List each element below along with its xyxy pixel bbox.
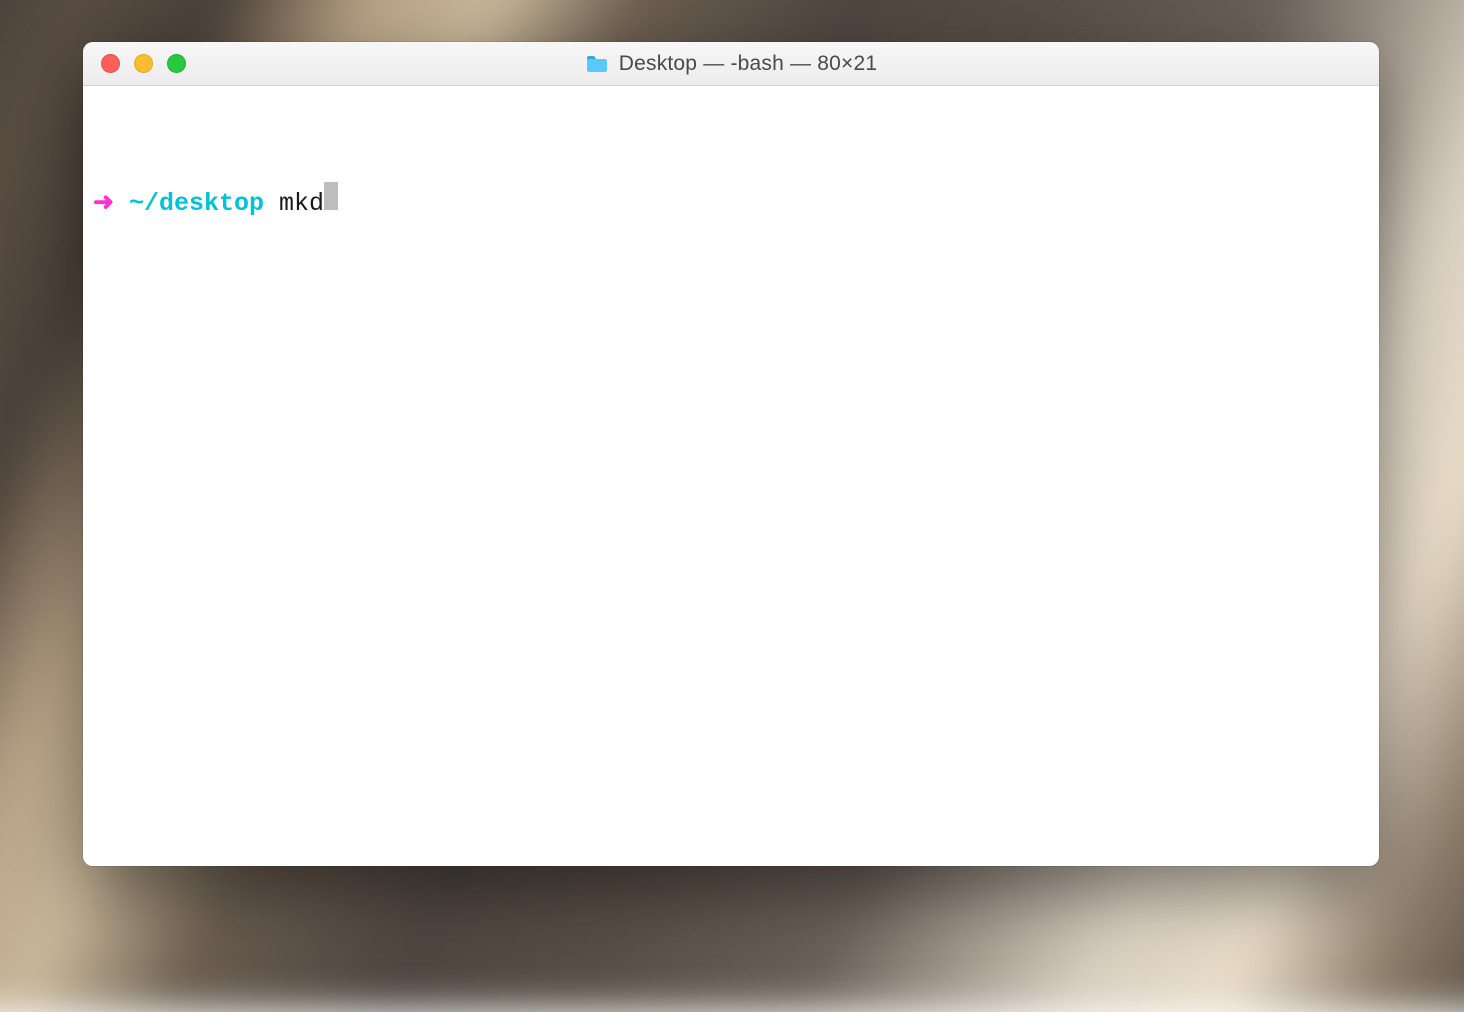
- titlebar[interactable]: Desktop — -bash — 80×21: [83, 42, 1379, 86]
- maximize-button[interactable]: [167, 54, 186, 73]
- terminal-body[interactable]: ➜ ~/desktop mkd: [83, 86, 1379, 866]
- command-input[interactable]: mkd: [279, 187, 324, 221]
- folder-icon: [585, 54, 609, 74]
- close-button[interactable]: [101, 54, 120, 73]
- window-title: Desktop — -bash — 80×21: [619, 52, 878, 76]
- prompt-arrow-icon: ➜: [93, 187, 114, 221]
- prompt-line: ➜ ~/desktop mkd: [93, 182, 1369, 221]
- cursor: [324, 182, 338, 210]
- title-center: Desktop — -bash — 80×21: [83, 52, 1379, 76]
- terminal-window: Desktop — -bash — 80×21 ➜ ~/desktop mkd: [83, 42, 1379, 866]
- prompt-path: ~/desktop: [129, 187, 264, 221]
- traffic-lights: [83, 54, 186, 73]
- minimize-button[interactable]: [134, 54, 153, 73]
